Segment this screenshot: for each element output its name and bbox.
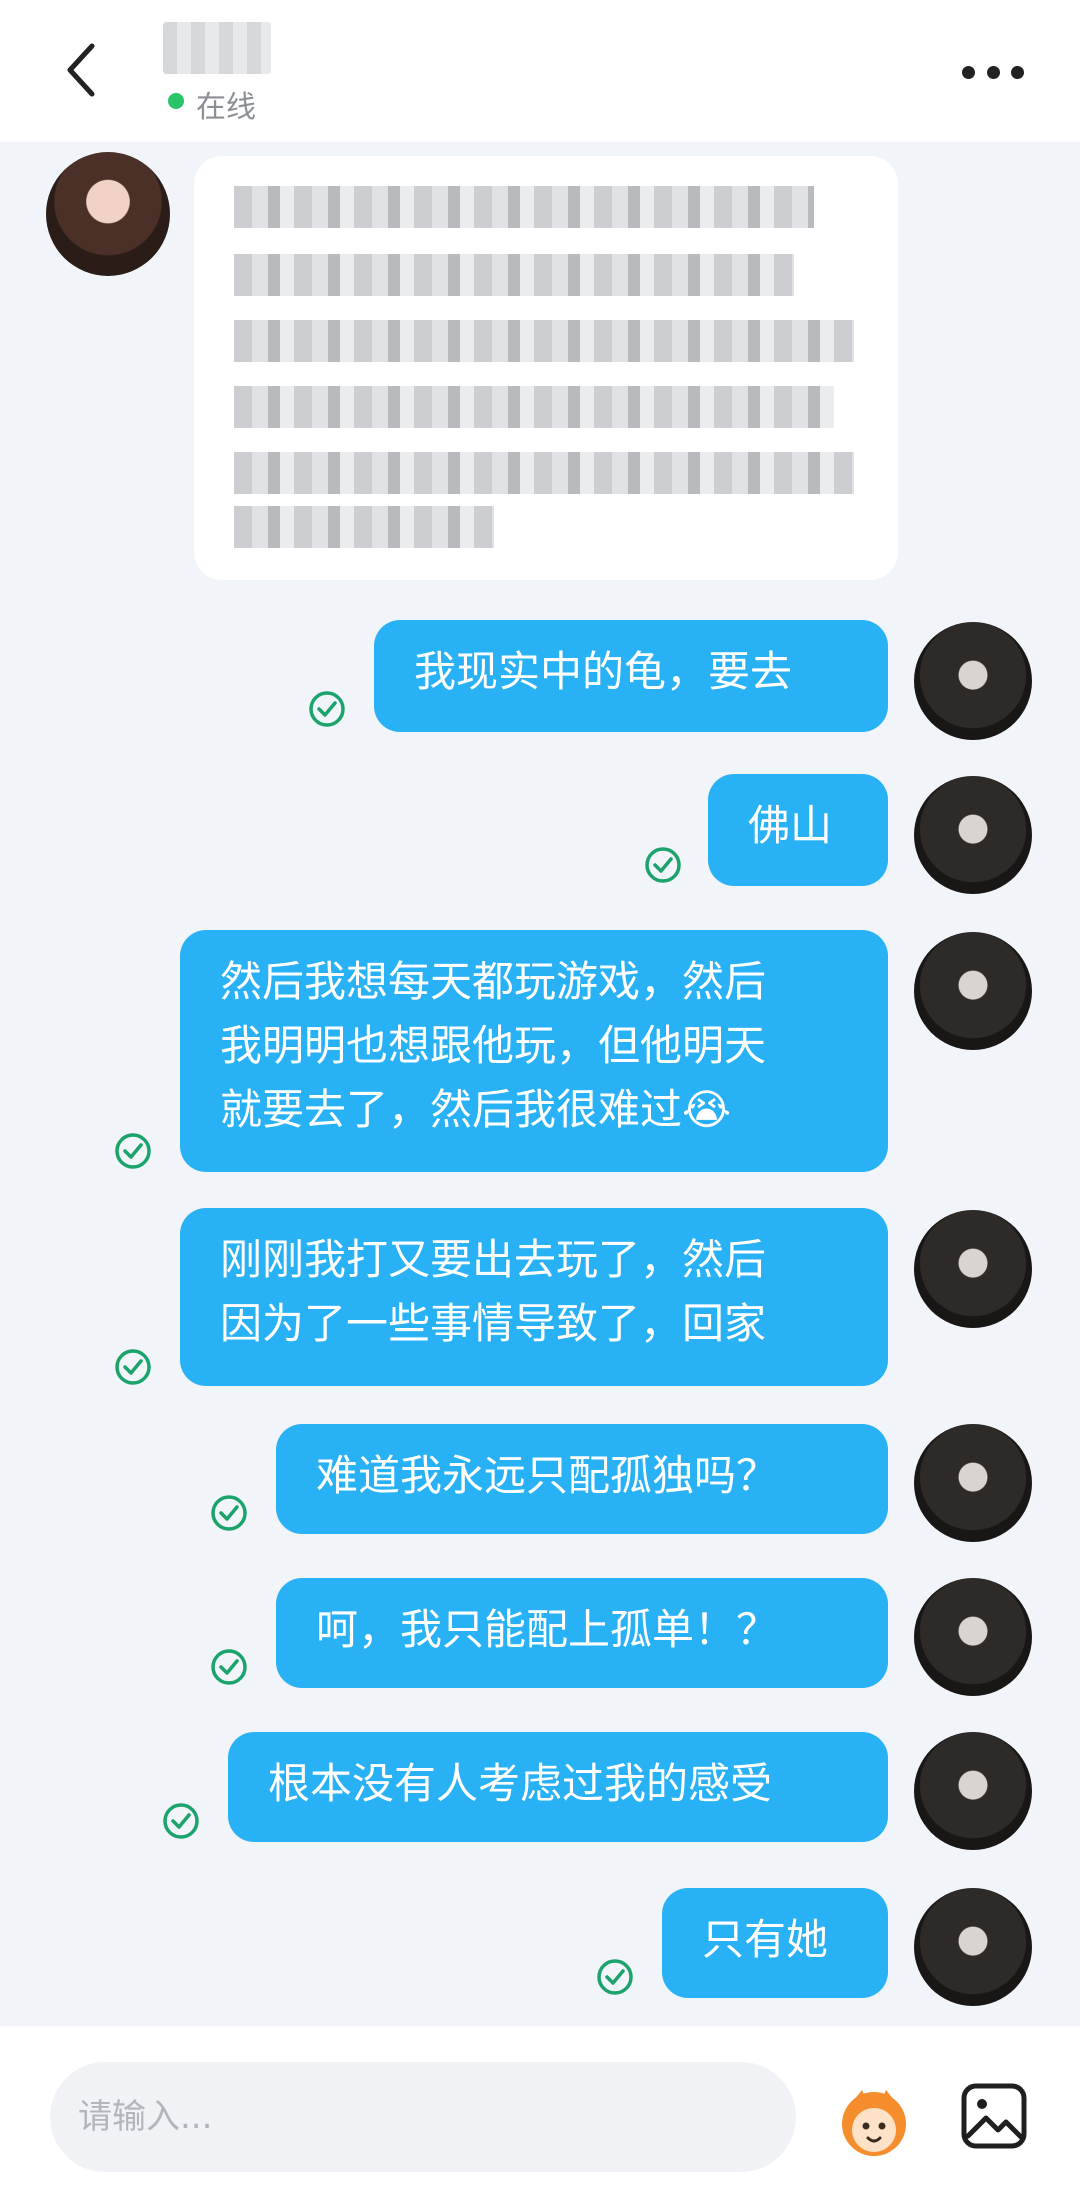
- my-avatar[interactable]: [914, 622, 1032, 740]
- sent-message[interactable]: 我现实中的龟，要去: [374, 620, 888, 732]
- message-input[interactable]: [50, 2062, 796, 2172]
- read-check-icon: [163, 1803, 199, 1839]
- composer-bar: [0, 2026, 1080, 2208]
- chat-header: 在线: [0, 0, 1080, 142]
- received-message-redacted: [194, 156, 898, 580]
- online-status-dot: [168, 93, 184, 109]
- back-arrow-icon[interactable]: [58, 40, 108, 100]
- read-check-icon: [211, 1649, 247, 1685]
- read-check-icon: [115, 1349, 151, 1385]
- my-avatar[interactable]: [914, 776, 1032, 894]
- my-avatar[interactable]: [914, 1888, 1032, 2006]
- contact-name-redacted: [163, 22, 271, 74]
- online-status-text: 在线: [196, 90, 256, 125]
- image-picker-icon[interactable]: [960, 2082, 1028, 2150]
- read-check-icon: [597, 1959, 633, 1995]
- contact-avatar[interactable]: [46, 152, 170, 276]
- sent-message[interactable]: 呵，我只能配上孤单！？: [276, 1578, 888, 1688]
- my-avatar[interactable]: [914, 1424, 1032, 1542]
- read-check-icon: [645, 847, 681, 883]
- sent-message[interactable]: 然后我想每天都玩游戏，然后 我明明也想跟他玩，但他明天 就要去了，然后我很难过😭: [180, 930, 888, 1172]
- more-dots-icon[interactable]: [962, 52, 1024, 92]
- my-avatar[interactable]: [914, 932, 1032, 1050]
- read-check-icon: [309, 691, 345, 727]
- sent-message[interactable]: 佛山: [708, 774, 888, 886]
- sticker-mascot-icon[interactable]: [832, 2080, 916, 2160]
- my-avatar[interactable]: [914, 1210, 1032, 1328]
- my-avatar[interactable]: [914, 1732, 1032, 1850]
- sent-message[interactable]: 根本没有人考虑过我的感受: [228, 1732, 888, 1842]
- sent-message[interactable]: 只有她: [662, 1888, 888, 1998]
- read-check-icon: [115, 1133, 151, 1169]
- my-avatar[interactable]: [914, 1578, 1032, 1696]
- sent-message[interactable]: 刚刚我打又要出去玩了，然后 因为了一些事情导致了，回家: [180, 1208, 888, 1386]
- sent-message[interactable]: 难道我永远只配孤独吗？: [276, 1424, 888, 1534]
- read-check-icon: [211, 1495, 247, 1531]
